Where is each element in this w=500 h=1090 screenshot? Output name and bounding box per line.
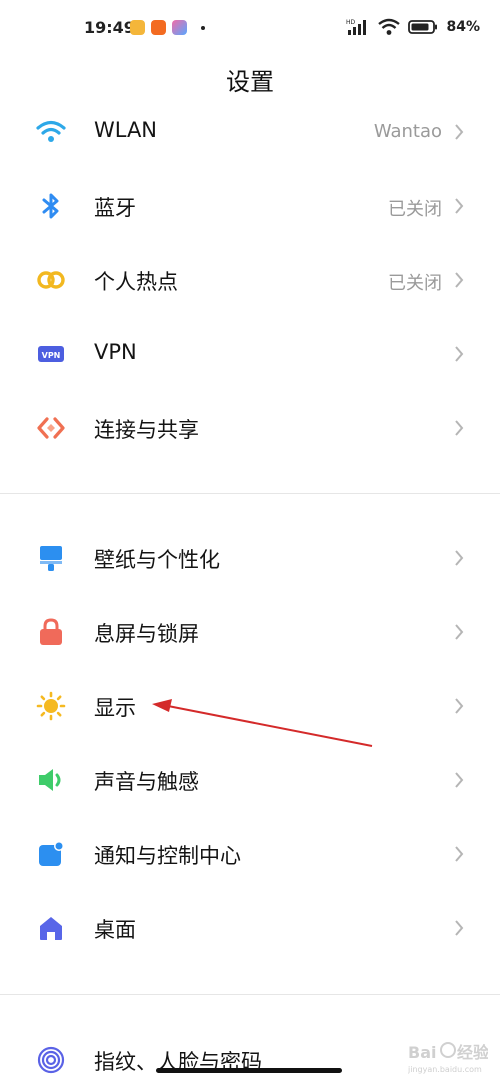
battery-icon — [408, 20, 438, 34]
watermark-url: jingyan.baidu.com — [408, 1065, 482, 1074]
svg-text:VPN: VPN — [42, 351, 61, 360]
battery-percentage: 84% — [446, 19, 480, 35]
sun-icon — [36, 691, 66, 721]
settings-item-home-screen[interactable]: 桌面 — [0, 898, 500, 958]
chevron-right-icon — [455, 698, 464, 714]
fingerprint-icon — [36, 1045, 66, 1075]
section-divider — [0, 994, 500, 995]
baidu-jingyan-watermark: Bai 经验 jingyan.baidu.com — [408, 1042, 488, 1074]
settings-item-label: 声音与触感 — [94, 770, 199, 794]
speaker-icon — [36, 765, 66, 795]
settings-item-label: VPN — [94, 340, 137, 364]
settings-item-vpn[interactable]: VPN VPN — [0, 324, 500, 384]
chevron-right-icon — [455, 272, 464, 288]
bluetooth-icon — [36, 191, 66, 221]
chevron-right-icon — [455, 124, 464, 140]
settings-item-label: 个人热点 — [94, 270, 178, 294]
settings-item-label: 壁纸与个性化 — [94, 548, 220, 572]
status-right: HD 84% — [346, 18, 480, 36]
settings-item-label: 蓝牙 — [94, 196, 136, 220]
wallpaper-icon — [36, 543, 66, 573]
notification-icons — [130, 20, 205, 35]
settings-item-lock-screen[interactable]: 息屏与锁屏 — [0, 602, 500, 662]
settings-item-label: 通知与控制中心 — [94, 844, 241, 868]
wifi-icon — [36, 117, 66, 147]
message-notification-icon — [130, 20, 145, 35]
settings-item-display[interactable]: 显示 — [0, 676, 500, 736]
gallery-app-icon — [172, 20, 187, 35]
settings-item-value: 已关闭 — [388, 273, 442, 294]
settings-item-label: 显示 — [94, 696, 136, 720]
chevron-right-icon — [455, 772, 464, 788]
settings-item-label: 桌面 — [94, 918, 136, 942]
watermark-brand-tail: 经验 — [457, 1043, 488, 1062]
settings-item-hotspot[interactable]: 个人热点 已关闭 — [0, 250, 500, 310]
more-notifications-dot — [201, 25, 205, 30]
notification-icon — [36, 839, 66, 869]
status-bar: 19:49 HD 84% — [0, 0, 500, 56]
chevron-right-icon — [455, 846, 464, 862]
signal-icon: HD — [346, 19, 367, 35]
watermark-brand: Bai — [408, 1043, 436, 1062]
settings-item-label: WLAN — [94, 118, 158, 142]
settings-item-wlan[interactable]: WLAN Wantao — [0, 102, 500, 162]
lock-icon — [36, 617, 66, 647]
settings-item-label: 连接与共享 — [94, 418, 199, 442]
chevron-right-icon — [455, 550, 464, 566]
network-label: HD — [346, 19, 356, 26]
settings-item-value: Wantao — [373, 121, 442, 142]
settings-item-value: 已关闭 — [388, 199, 442, 220]
wifi-icon — [378, 18, 401, 35]
home-icon — [36, 913, 66, 943]
settings-item-sound[interactable]: 声音与触感 — [0, 750, 500, 810]
settings-item-notifications[interactable]: 通知与控制中心 — [0, 824, 500, 884]
page-title: 设置 — [226, 68, 274, 96]
chevron-right-icon — [455, 624, 464, 640]
status-time: 19:49 — [84, 18, 135, 37]
home-indicator-bar[interactable] — [156, 1068, 342, 1073]
vpn-icon: VPN — [36, 339, 66, 369]
connection-sharing-icon — [36, 413, 66, 443]
hotspot-icon — [36, 265, 66, 295]
chevron-right-icon — [455, 198, 464, 214]
chevron-right-icon — [455, 920, 464, 936]
mi-app-icon — [151, 20, 166, 35]
settings-item-label: 息屏与锁屏 — [94, 622, 199, 646]
chevron-right-icon — [455, 346, 464, 362]
settings-item-connection-sharing[interactable]: 连接与共享 — [0, 398, 500, 458]
settings-item-wallpaper[interactable]: 壁纸与个性化 — [0, 528, 500, 588]
chevron-right-icon — [455, 420, 464, 436]
settings-item-bluetooth[interactable]: 蓝牙 已关闭 — [0, 176, 500, 236]
section-divider — [0, 493, 500, 494]
